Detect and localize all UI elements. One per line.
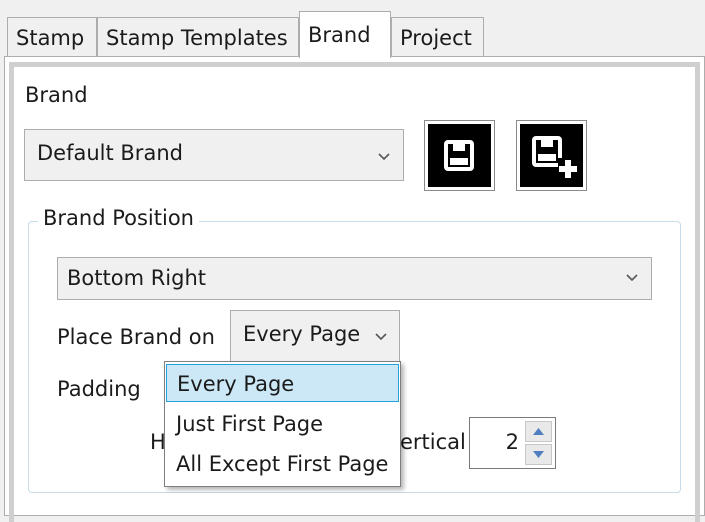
brand-label: Brand <box>25 83 88 107</box>
save-add-icon <box>532 136 578 178</box>
dropdown-option-just-first-page[interactable]: Just First Page <box>166 405 399 443</box>
place-brand-value: Every Page <box>243 322 361 346</box>
brand-select[interactable]: Default Brand <box>24 129 404 181</box>
brand-position-value: Bottom Right <box>67 266 207 290</box>
tab-stamp[interactable]: Stamp <box>7 17 97 57</box>
padding-label: Padding <box>57 377 141 401</box>
place-brand-label: Place Brand on <box>57 325 215 349</box>
dropdown-option-all-except-first-page[interactable]: All Except First Page <box>166 445 399 483</box>
place-brand-select[interactable]: Every Page <box>230 310 400 362</box>
tab-project[interactable]: Project <box>391 17 484 57</box>
brand-select-value: Default Brand <box>37 141 183 165</box>
save-new-brand-button[interactable] <box>516 120 587 191</box>
tab-stamp-templates[interactable]: Stamp Templates <box>97 17 299 57</box>
vertical-padding-label: ertical <box>400 430 466 454</box>
brand-position-title: Brand Position <box>38 206 199 230</box>
save-icon <box>444 140 474 171</box>
tab-brand[interactable]: Brand <box>299 11 391 58</box>
chevron-down-icon <box>378 153 390 161</box>
spin-down-button[interactable] <box>525 444 552 465</box>
chevron-down-icon <box>626 274 638 282</box>
place-brand-dropdown-list: Every Page Just First Page All Except Fi… <box>164 361 401 487</box>
vertical-padding-value: 2 <box>505 430 519 454</box>
dropdown-option-every-page[interactable]: Every Page <box>166 364 399 402</box>
spin-up-button[interactable] <box>525 421 552 442</box>
brand-position-select[interactable]: Bottom Right <box>57 257 652 300</box>
arrow-up-icon <box>533 428 544 435</box>
arrow-down-icon <box>533 451 544 458</box>
vertical-padding-spinner[interactable]: 2 <box>469 417 556 469</box>
save-brand-button[interactable] <box>424 120 495 191</box>
chevron-down-icon <box>375 333 387 341</box>
